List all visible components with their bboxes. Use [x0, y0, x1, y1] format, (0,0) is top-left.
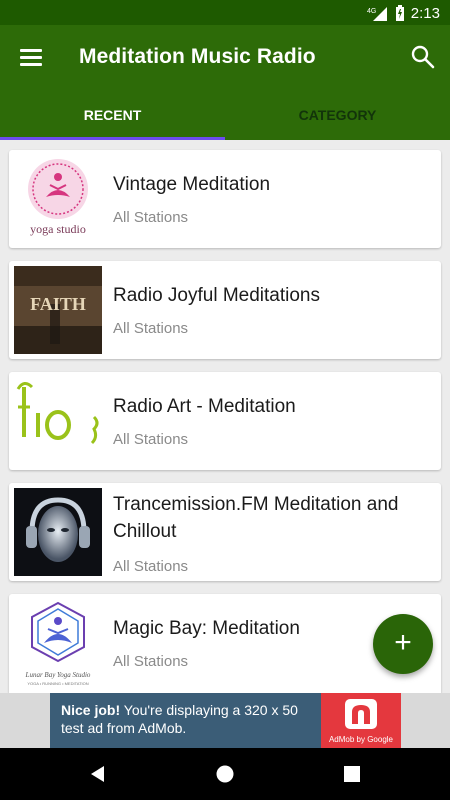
station-title: Vintage Meditation [113, 174, 271, 195]
tab-recent[interactable]: RECENT [0, 95, 225, 140]
system-nav-bar [0, 748, 450, 800]
lotus-yoga-logo-icon: Lunar Bay Yoga Studio YOGA • RUNNING • M… [25, 601, 91, 686]
station-thumbnail: yoga studio [14, 155, 102, 243]
station-subtitle: All Stations [113, 653, 189, 670]
station-title: Radio Joyful Meditations [113, 285, 320, 306]
tab-category[interactable]: CATEGORY [225, 95, 450, 140]
station-card-vintage-meditation[interactable]: yoga studio Vintage Meditation All Stati… [9, 150, 441, 248]
faith-image-icon: FAITH [14, 266, 102, 354]
admob-badge-label: AdMob by Google [328, 735, 394, 744]
station-card-radio-art-meditation[interactable]: Radio Art - Meditation All Stations [9, 372, 441, 470]
tab-bar: RECENT CATEGORY [0, 95, 450, 140]
back-icon[interactable] [86, 762, 110, 786]
add-station-button[interactable]: + [373, 614, 433, 674]
network-type: 4G [367, 8, 376, 15]
station-thumbnail: FAITH [14, 266, 102, 354]
battery-icon [395, 5, 404, 21]
station-card-radio-joyful-meditations[interactable]: FAITH Radio Joyful Meditations All Stati… [9, 261, 441, 359]
headphones-face-icon [14, 488, 102, 576]
station-subtitle: All Stations [113, 209, 189, 226]
tab-recent-label: RECENT [83, 107, 142, 123]
station-subtitle: All Stations [113, 558, 189, 575]
station-title: Trancemission.FM Meditation and Chillout [113, 494, 399, 542]
plus-icon: + [394, 626, 412, 659]
station-thumbnail: Lunar Bay Yoga Studio YOGA • RUNNING • M… [14, 599, 102, 693]
status-icons: 4G 2:13 [367, 3, 440, 23]
app-title: Meditation Music Radio [79, 45, 316, 68]
thumbnail-caption: FAITH [30, 294, 86, 314]
thumbnail-caption: yoga studio [30, 222, 86, 236]
thumbnail-caption: Lunar Bay Yoga Studio [25, 671, 91, 679]
admob-logo-icon [345, 699, 377, 729]
home-icon[interactable] [213, 762, 237, 786]
station-card-trancemission-fm[interactable]: Trancemission.FM Meditation and Chillout… [9, 483, 441, 581]
station-thumbnail [14, 488, 102, 576]
test-ad[interactable]: Nice job! You're displaying a 320 x 50 t… [50, 693, 401, 748]
station-subtitle: All Stations [113, 431, 189, 448]
ad-headline: Nice job! [61, 702, 121, 718]
station-subtitle: All Stations [113, 320, 189, 337]
yoga-logo-icon: yoga studio [28, 159, 88, 236]
ad-text: Nice job! You're displaying a 320 x 50 t… [61, 701, 321, 737]
station-thumbnail [14, 377, 102, 465]
hamburger-menu-icon[interactable] [14, 43, 48, 73]
tab-category-label: CATEGORY [298, 107, 377, 123]
station-list: yoga studio Vintage Meditation All Stati… [0, 140, 450, 693]
ad-banner: Nice job! You're displaying a 320 x 50 t… [0, 693, 450, 748]
admob-badge: AdMob by Google [321, 693, 401, 748]
status-time: 2:13 [410, 4, 440, 22]
station-title: Radio Art - Meditation [113, 396, 296, 417]
radio-art-logo-icon [16, 382, 99, 445]
status-bar: 4G 2:13 [0, 0, 450, 25]
app-bar: Meditation Music Radio RECENT CATEGORY [0, 25, 450, 140]
recents-icon[interactable] [340, 762, 364, 786]
thumbnail-caption-small: YOGA • RUNNING • MEDITATION [27, 681, 88, 686]
search-icon[interactable] [408, 42, 438, 72]
signal-icon: 4G [367, 7, 387, 21]
